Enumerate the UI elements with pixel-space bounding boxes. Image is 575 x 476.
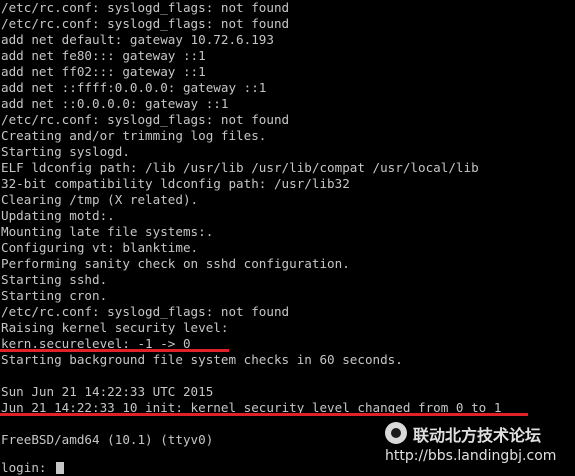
console-line: Creating and/or trimming log files.: [1, 128, 267, 143]
console-line: /etc/rc.conf: syslogd_flags: not found: [1, 304, 290, 319]
console-line: Performing sanity check on sshd configur…: [1, 256, 350, 271]
date-line: Sun Jun 21 14:22:33 UTC 2015: [1, 384, 214, 399]
system-banner: FreeBSD/amd64 (10.1) (ttyv0): [1, 432, 214, 447]
console-line: Configuring vt: blanktime.: [1, 240, 199, 255]
console-line: Clearing /tmp (X related).: [1, 192, 199, 207]
forum-logo-icon: [385, 422, 407, 444]
console-line: /etc/rc.conf: syslogd_flags: not found: [1, 0, 290, 15]
console-line: Raising kernel security level:: [1, 320, 229, 335]
console-line: /etc/rc.conf: syslogd_flags: not found: [1, 112, 290, 127]
console-line: add net default: gateway 10.72.6.193: [1, 32, 274, 47]
console-line: Updating motd:.: [1, 208, 115, 223]
console-line: ELF ldconfig path: /lib /usr/lib /usr/li…: [1, 160, 479, 175]
highlight-underline: [0, 413, 528, 416]
console-line: add net ff02::: gateway ::1: [1, 64, 206, 79]
watermark-title: 联动北方技术论坛: [413, 426, 542, 445]
watermark-url: http://bbs.landingbj.com: [385, 448, 557, 464]
console-line: add net ::ffff:0.0.0.0: gateway ::1: [1, 80, 267, 95]
console-line: Starting cron.: [1, 288, 108, 303]
console-line: 32-bit compatibility ldconfig path: /usr…: [1, 176, 350, 191]
highlight-underline: [0, 349, 229, 352]
console-line: Starting sshd.: [1, 272, 108, 287]
console-line: /etc/rc.conf: syslogd_flags: not found: [1, 16, 290, 31]
login-prompt[interactable]: login:: [1, 460, 54, 476]
console-line: Starting syslogd.: [1, 144, 130, 159]
console-line: Mounting late file systems:.: [1, 224, 214, 239]
text-cursor: [56, 462, 64, 474]
console-line: Starting background file system checks i…: [1, 352, 403, 367]
console-line: add net fe80::: gateway ::1: [1, 48, 206, 63]
watermark: 联动北方技术论坛 http://bbs.landingbj.com: [385, 420, 565, 476]
console-line: add net ::0.0.0.0: gateway ::1: [1, 96, 229, 111]
terminal-console[interactable]: /etc/rc.conf: syslogd_flags: not found /…: [0, 0, 575, 476]
